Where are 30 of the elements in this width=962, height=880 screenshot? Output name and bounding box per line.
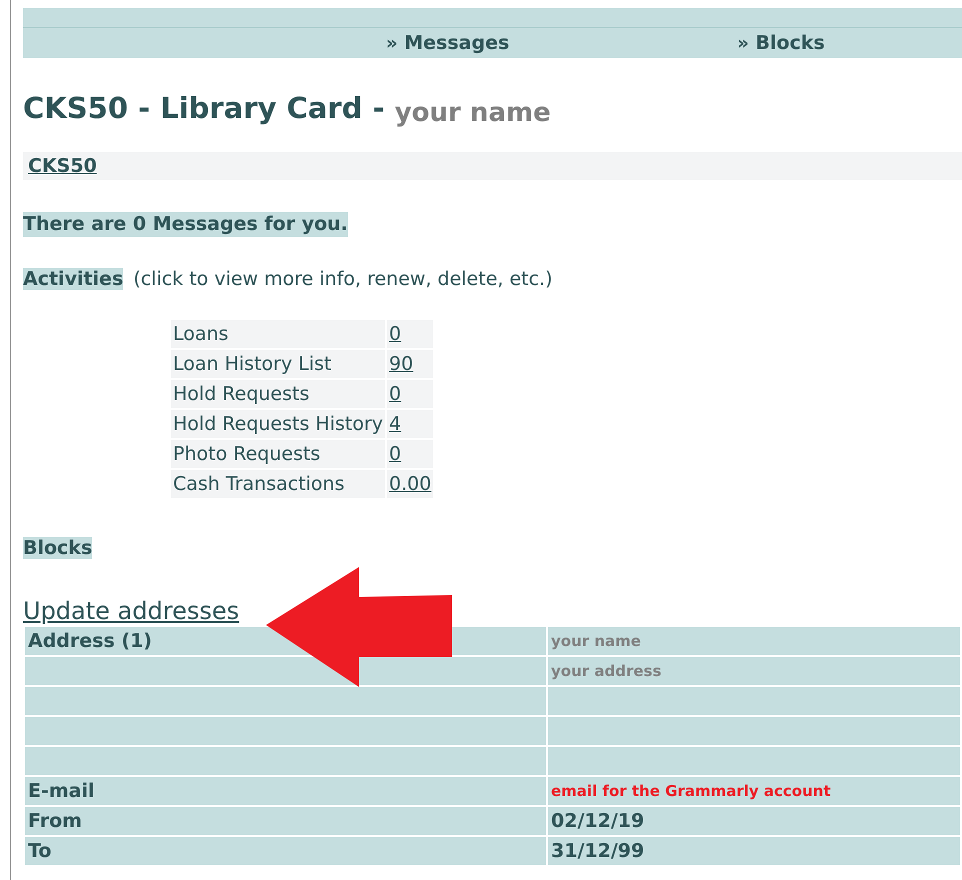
table-cell: To	[25, 837, 546, 865]
section-heading: Activities	[23, 268, 124, 290]
table-cell: your name	[548, 627, 960, 655]
count-link[interactable]: 0	[387, 380, 434, 408]
table-cell: 31/12/99	[548, 837, 960, 865]
user-name: your name	[394, 98, 551, 128]
table-cell: E-mail	[25, 777, 546, 805]
count-link[interactable]: 0	[387, 440, 434, 468]
table-cell: Hold Requests	[171, 380, 386, 408]
table-cell: Hold Requests History	[171, 410, 386, 438]
count-link[interactable]: 0	[387, 320, 434, 348]
table-cell: Cash Transactions	[171, 470, 386, 498]
nav-link[interactable]: » Messages	[386, 32, 510, 54]
table-cell: email for the Grammarly account	[548, 777, 960, 805]
messages-notice: There are 0 Messages for you.	[23, 212, 348, 237]
table-cell: Loan History List	[171, 350, 386, 378]
section-heading: Blocks	[23, 537, 92, 559]
hint-text: (click to view more info, renew, delete, etc.)	[133, 268, 552, 290]
page-title: CKS50 - Library Card -	[23, 91, 385, 125]
count-link[interactable]: 0.00	[387, 470, 434, 498]
count-link[interactable]: 90	[387, 350, 434, 378]
table-cell: your address	[548, 657, 960, 685]
count-link[interactable]: 4	[387, 410, 434, 438]
table-cell: From	[25, 807, 546, 835]
nav-link[interactable]: » Blocks	[737, 32, 825, 54]
table-cell: Photo Requests	[171, 440, 386, 468]
card-link[interactable]: CKS50	[28, 155, 97, 177]
table-cell: Loans	[171, 320, 386, 348]
table-cell: 02/12/19	[548, 807, 960, 835]
update-addresses-link[interactable]: Update addresses	[23, 597, 240, 625]
